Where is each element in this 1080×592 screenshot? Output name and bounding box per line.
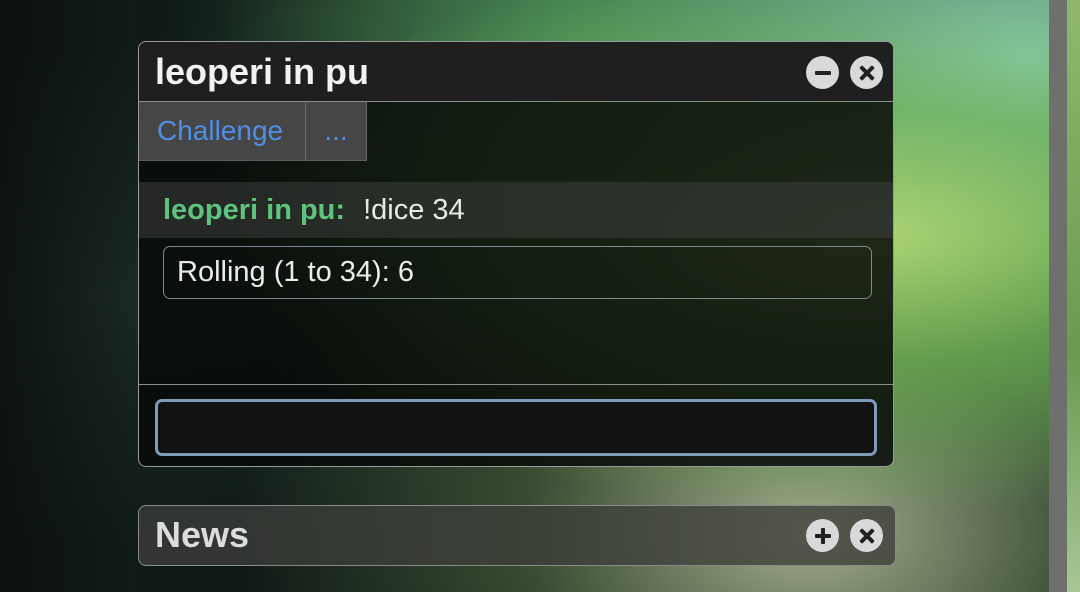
message-text: !dice 34 — [363, 193, 465, 226]
close-circle-icon — [858, 64, 876, 82]
chat-input-area — [139, 384, 893, 466]
chat-tabs: Challenge ... — [139, 102, 367, 161]
right-scroll-strip — [1049, 0, 1067, 592]
expand-button[interactable] — [806, 519, 839, 552]
background-edge — [1067, 0, 1080, 592]
chat-input[interactable] — [155, 399, 877, 456]
minimize-button[interactable] — [806, 56, 839, 89]
minus-circle-icon — [814, 64, 832, 82]
message-username[interactable]: leoperi in pu: — [163, 194, 345, 227]
news-title[interactable]: News — [155, 513, 249, 557]
news-window: News — [138, 505, 896, 566]
chat-title: leoperi in pu — [155, 51, 370, 92]
tab-more[interactable]: ... — [306, 102, 367, 161]
plus-circle-icon — [814, 527, 832, 545]
chat-titlebar[interactable]: leoperi in pu — [139, 42, 893, 102]
news-close-button[interactable] — [850, 519, 883, 552]
chat-message: leoperi in pu: !dice 34 — [139, 182, 893, 238]
chat-window: leoperi in pu Challenge ... leoperi in p… — [138, 41, 894, 467]
close-button[interactable] — [850, 56, 883, 89]
close-circle-icon — [858, 527, 876, 545]
chat-log: leoperi in pu: !dice 34 Rolling (1 to 34… — [139, 182, 893, 299]
tab-challenge[interactable]: Challenge — [139, 102, 306, 161]
dice-result: Rolling (1 to 34): 6 — [163, 246, 872, 299]
background-shade — [0, 0, 140, 592]
